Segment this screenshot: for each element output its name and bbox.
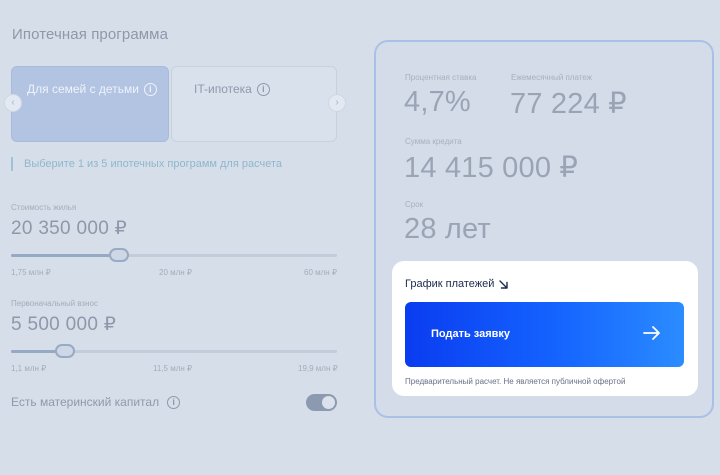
payment-value: 77 224 ₽ xyxy=(510,88,627,120)
chevron-left-icon: ‹ xyxy=(11,97,15,108)
loan-value: 14 415 000 ₽ xyxy=(404,152,579,184)
info-icon[interactable]: i xyxy=(143,82,157,96)
maternity-capital-label: Есть материнский капитал xyxy=(11,395,160,409)
slider-fill xyxy=(11,254,119,257)
program-hint: Выберите 1 из 5 ипотечных программ для р… xyxy=(11,157,282,171)
toggle-knob xyxy=(322,396,335,409)
property-cost-label: Стоимость жилья xyxy=(11,203,77,212)
tick-mid: 11,5 млн ₽ xyxy=(153,364,193,373)
info-icon[interactable]: i xyxy=(256,82,270,96)
chevron-right-icon: › xyxy=(335,97,339,108)
apply-button[interactable]: Подать заявку xyxy=(405,302,684,367)
down-payment-label: Первоначальный взнос xyxy=(11,299,98,308)
down-payment-value[interactable]: 5 500 000 ₽ xyxy=(11,313,116,336)
rate-label: Процентная ставка xyxy=(405,73,477,82)
property-cost-value[interactable]: 20 350 000 ₽ xyxy=(11,217,127,240)
prev-arrow-button[interactable]: ‹ xyxy=(4,94,22,112)
program-tabs: Для семей с детьми i IT-ипотека i ‹ › xyxy=(4,66,346,142)
arrow-right-icon xyxy=(643,326,660,340)
tick-min: 1,75 млн ₽ xyxy=(11,268,51,277)
loan-label: Сумма кредита xyxy=(405,137,462,146)
tab-families-with-children[interactable]: Для семей с детьми i xyxy=(11,66,169,142)
property-cost-slider[interactable] xyxy=(11,248,337,262)
tick-min: 1,1 млн ₽ xyxy=(11,364,47,373)
disclaimer-text: Предварительный расчет. Не является публ… xyxy=(405,377,626,386)
down-payment-slider[interactable] xyxy=(11,344,337,358)
arrow-down-right-icon xyxy=(499,279,509,289)
term-label: Срок xyxy=(405,200,424,209)
cta-card: График платежей Подать заявку Предварите… xyxy=(392,261,698,396)
slider-thumb[interactable] xyxy=(54,344,75,358)
rate-value: 4,7% xyxy=(404,86,471,118)
section-title: Ипотечная программа xyxy=(12,26,169,43)
info-icon[interactable]: i xyxy=(167,395,181,409)
schedule-link-label: График платежей xyxy=(405,278,495,290)
payment-schedule-link[interactable]: График платежей xyxy=(405,278,509,290)
next-arrow-button[interactable]: › xyxy=(328,94,346,112)
tick-mid: 20 млн ₽ xyxy=(159,268,193,277)
tab-label: Для семей с детьми xyxy=(27,82,139,96)
tick-max: 19,9 млн ₽ xyxy=(298,364,338,373)
tick-max: 60 млн ₽ xyxy=(304,268,338,277)
maternity-capital-toggle[interactable] xyxy=(306,394,337,411)
tab-it-mortgage[interactable]: IT-ипотека i xyxy=(171,66,337,142)
term-value: 28 лет xyxy=(404,213,491,245)
slider-thumb[interactable] xyxy=(108,248,129,262)
apply-button-label: Подать заявку xyxy=(431,328,511,340)
payment-label: Ежемесячный платеж xyxy=(511,73,593,82)
tab-label: IT-ипотека xyxy=(194,82,252,96)
maternity-capital-row: Есть материнский капитал i xyxy=(11,395,181,409)
